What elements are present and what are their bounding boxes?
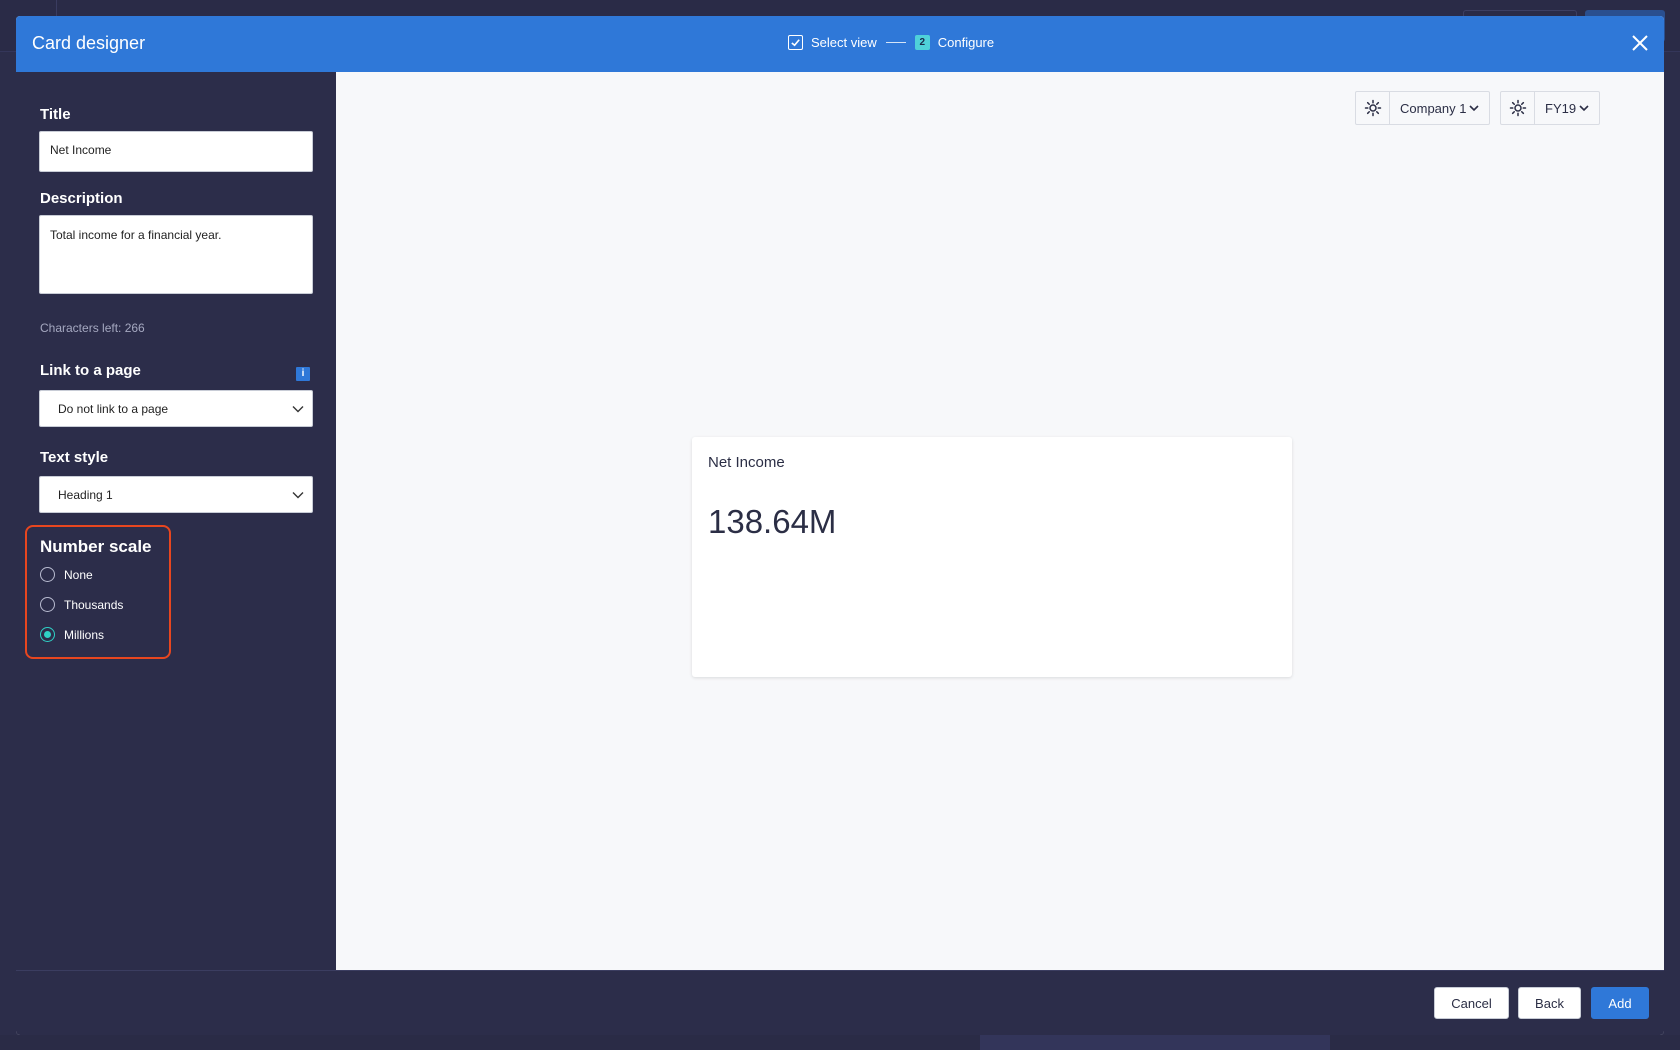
radio-unchecked-icon[interactable] <box>40 567 55 582</box>
step-number-badge: 2 <box>914 35 930 50</box>
radio-checked-icon[interactable] <box>40 627 55 642</box>
fiscal-year-value: FY19 <box>1545 100 1577 116</box>
number-scale-label: Number scale <box>40 537 152 556</box>
checkbox-checked-icon <box>788 35 803 50</box>
card-title: Net Income <box>708 454 785 471</box>
link-select-value: Do not link to a page <box>58 402 169 416</box>
radio-millions-label: Millions <box>64 627 105 642</box>
chevron-down-icon <box>1469 105 1480 112</box>
card-preview-area: Company 1 FY19 Net Income 138.64M <box>336 72 1664 970</box>
characters-left: Characters left: 266 <box>40 321 145 335</box>
step-connector <box>885 42 906 43</box>
close-icon <box>1632 35 1648 51</box>
description-label: Description <box>40 190 123 207</box>
company-filter-dropdown[interactable]: Company 1 <box>1390 92 1489 124</box>
backdrop-bottom <box>0 1035 1680 1050</box>
add-button[interactable]: Add <box>1591 987 1649 1019</box>
fiscal-year-filter[interactable]: FY19 <box>1500 91 1601 125</box>
radio-thousands[interactable]: Thousands <box>40 597 123 612</box>
company-filter-value: Company 1 <box>1400 100 1467 116</box>
info-icon[interactable]: i <box>296 367 310 381</box>
fiscal-year-dropdown[interactable]: FY19 <box>1535 92 1599 124</box>
text-style-label: Text style <box>40 449 109 466</box>
radio-unchecked-icon[interactable] <box>40 597 55 612</box>
company-filter[interactable]: Company 1 <box>1355 91 1491 125</box>
modal-footer: Cancel Back Add <box>16 970 1664 1035</box>
link-label: Link to a page <box>40 362 141 379</box>
config-sidebar: Title Net Income Description Total incom… <box>16 72 336 970</box>
backdrop-bottom-panel <box>980 1035 1330 1050</box>
title-label: Title <box>40 106 71 123</box>
radio-thousands-label: Thousands <box>64 597 124 612</box>
chevron-down-icon <box>292 492 304 499</box>
gear-icon[interactable] <box>1501 92 1535 124</box>
step-select-view-label[interactable]: Select view <box>811 35 877 50</box>
radio-none[interactable]: None <box>40 567 93 582</box>
back-button[interactable]: Back <box>1518 987 1581 1019</box>
net-income-card: Net Income 138.64M <box>692 437 1292 677</box>
link-select[interactable]: Do not link to a page <box>39 390 313 427</box>
cancel-button[interactable]: Cancel <box>1434 987 1509 1019</box>
close-button[interactable] <box>1628 31 1652 55</box>
gear-icon[interactable] <box>1356 92 1390 124</box>
number-scale-highlight: Number scale None Thousands Millions <box>25 525 171 659</box>
chevron-down-icon <box>1579 105 1589 112</box>
text-style-select[interactable]: Heading 1 <box>39 476 313 513</box>
radio-millions[interactable]: Millions <box>40 627 104 642</box>
step-configure-label: Configure <box>937 35 995 50</box>
modal-title: Card designer <box>32 33 146 53</box>
chevron-down-icon <box>292 406 304 413</box>
modal-header: Card designer Select view 2 Configure <box>16 16 1664 72</box>
description-textarea[interactable]: Total income for a financial year. <box>39 215 313 294</box>
card-value: 138.64M <box>708 503 837 540</box>
title-input[interactable]: Net Income <box>39 131 313 172</box>
card-designer-modal: Card designer Select view 2 Configure Ti… <box>16 16 1664 1035</box>
text-style-select-value: Heading 1 <box>58 488 113 502</box>
stepper: Select view 2 Configure <box>788 35 994 50</box>
radio-none-label: None <box>64 567 93 582</box>
